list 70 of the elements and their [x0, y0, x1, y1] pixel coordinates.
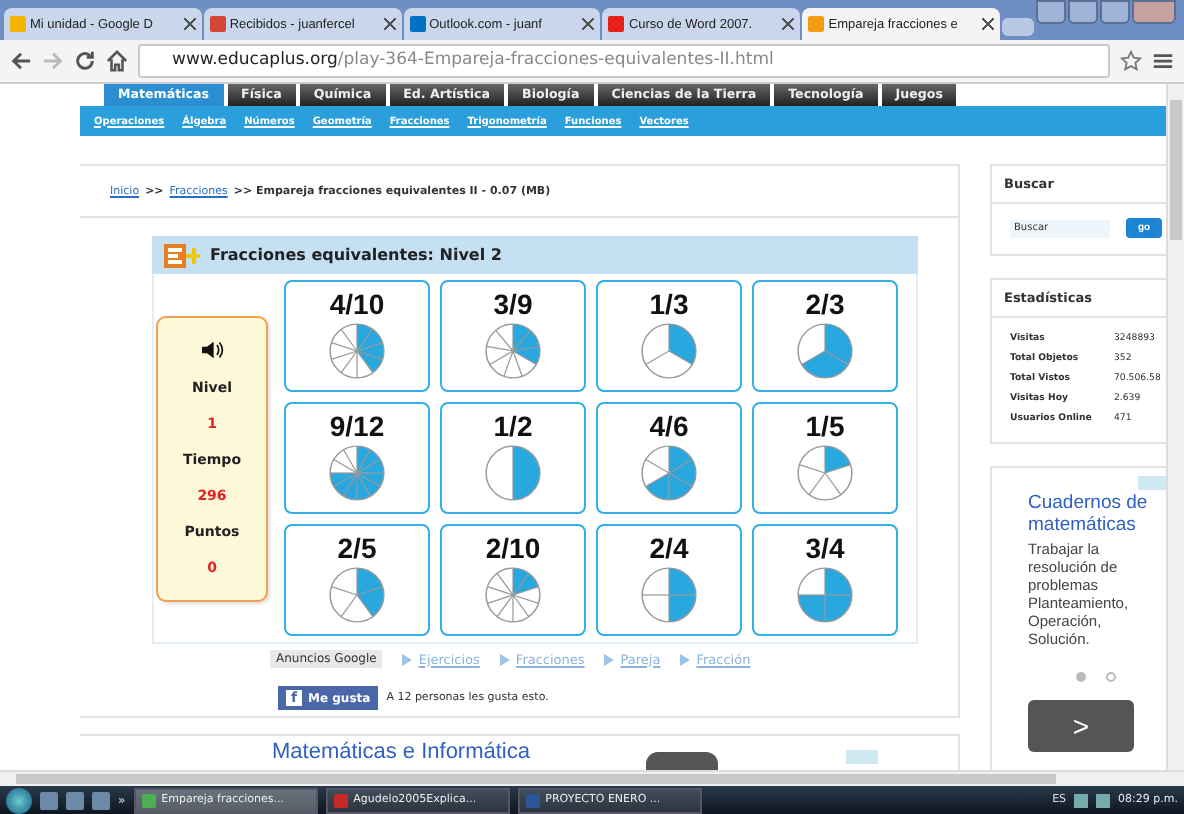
fraction-text: 2/5: [337, 534, 377, 564]
fraction-card[interactable]: 2/5: [284, 524, 430, 636]
fraction-card[interactable]: 1/3: [596, 280, 742, 392]
fraction-text: 4/6: [649, 412, 689, 442]
pie-chart-icon: [482, 320, 544, 382]
restore-button[interactable]: [1100, 0, 1131, 24]
site-icon: [608, 16, 625, 32]
fraction-text: 2/3: [805, 290, 845, 320]
pie-chart-icon: [326, 320, 388, 382]
scrollbar[interactable]: [0, 770, 1184, 786]
next-button[interactable]: >: [1028, 700, 1134, 752]
fraction-text: 2/4: [649, 534, 689, 564]
star-icon[interactable]: [1120, 50, 1142, 72]
fraction-card[interactable]: 1/5: [752, 402, 898, 514]
fraction-text: 3/4: [805, 534, 845, 564]
fraction-card[interactable]: 2/3: [752, 280, 898, 392]
logo-icon: [164, 243, 200, 267]
close-icon[interactable]: [383, 18, 396, 30]
fraction-card[interactable]: 9/12: [284, 402, 430, 514]
home-icon[interactable]: [106, 50, 128, 72]
start-button[interactable]: [6, 787, 32, 813]
pie-chart-icon: [794, 442, 856, 504]
ad-title[interactable]: Cuadernos de matemáticas: [1028, 492, 1152, 536]
game-title: Fracciones equivalentes: Nivel 2: [210, 246, 502, 264]
fraction-text: 1/5: [805, 412, 845, 442]
reload-icon[interactable]: [74, 50, 96, 72]
pie-chart-icon: [482, 442, 544, 504]
pie-chart-icon: [482, 564, 544, 626]
close-icon[interactable]: [982, 18, 995, 30]
fraction-card[interactable]: 3/9: [440, 280, 586, 392]
play-icon: [499, 653, 510, 665]
site-icon: [10, 16, 26, 32]
scrollbar[interactable]: [1166, 84, 1184, 770]
close-icon[interactable]: [183, 18, 196, 30]
play-icon: [680, 653, 691, 665]
minimize-button[interactable]: [1068, 0, 1099, 24]
fraction-text: 4/10: [329, 290, 385, 320]
pie-chart-icon: [638, 564, 700, 626]
fraction-card[interactable]: 2/4: [596, 524, 742, 636]
play-icon: [402, 653, 413, 665]
site-icon: [808, 16, 825, 32]
pie-chart-icon: [638, 442, 700, 504]
site-icon: [409, 16, 426, 32]
fraction-text: 2/10: [485, 534, 541, 564]
pie-chart-icon: [638, 320, 700, 382]
speaker-icon[interactable]: [200, 339, 224, 360]
pie-chart-icon: [794, 564, 856, 626]
close-icon[interactable]: [582, 18, 595, 30]
fraction-text: 3/9: [493, 290, 533, 320]
pie-chart-icon: [326, 442, 388, 504]
ad-title[interactable]: Matemáticas e Informática: [272, 740, 530, 764]
close-icon[interactable]: [782, 18, 795, 30]
fraction-card[interactable]: 2/10: [440, 524, 586, 636]
pie-chart-icon: [326, 564, 388, 626]
fraction-text: 1/2: [493, 412, 533, 442]
menu-icon[interactable]: [1152, 50, 1174, 72]
play-icon: [604, 653, 615, 665]
carousel-dot[interactable]: [1106, 672, 1116, 682]
fraction-card[interactable]: 4/10: [284, 280, 430, 392]
site-icon: [209, 16, 226, 32]
address-field[interactable]: www.educaplus.org/play-364-Empareja-fracciones-equivalentes-II.html: [138, 44, 1110, 78]
fraction-card[interactable]: 3/4: [752, 524, 898, 636]
fraction-text: 9/12: [329, 412, 385, 442]
back-icon[interactable]: [10, 50, 32, 72]
fraction-card[interactable]: 4/6: [596, 402, 742, 514]
pie-chart-icon: [794, 320, 856, 382]
close-button[interactable]: [1132, 0, 1177, 24]
carousel-dot[interactable]: [1076, 672, 1086, 682]
fraction-card[interactable]: 1/2: [440, 402, 586, 514]
fraction-text: 1/3: [649, 290, 689, 320]
